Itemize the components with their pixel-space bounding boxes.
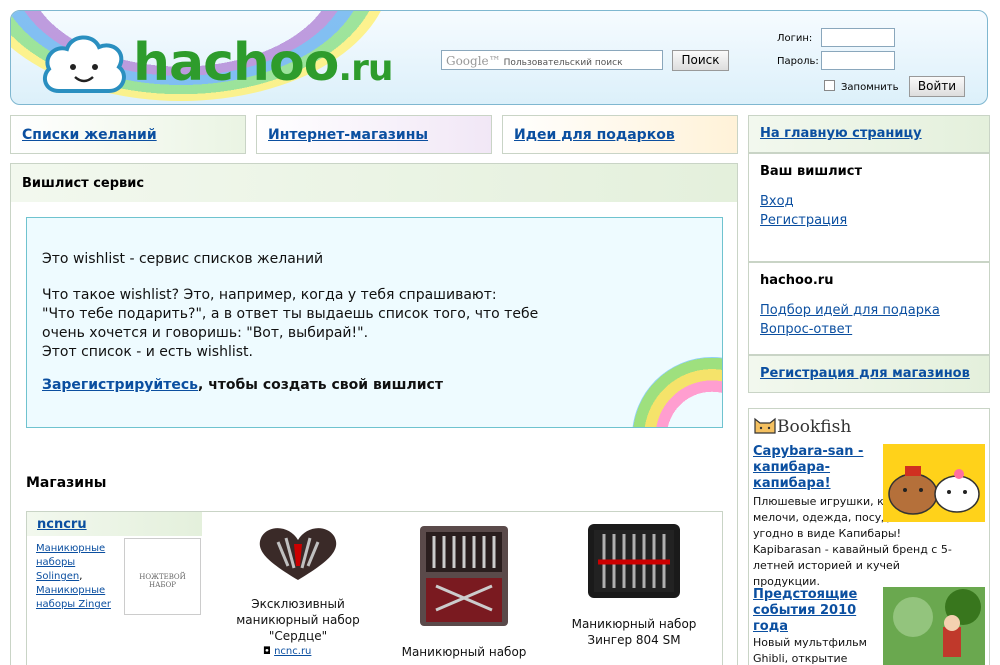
bookfish-item-title: Предстоящие события 2010 года xyxy=(753,587,883,635)
shop-register-link[interactable]: Регистрация для магазинов xyxy=(760,366,970,381)
manicure-case-image[interactable] xyxy=(414,522,514,630)
ghibli-image[interactable] xyxy=(883,587,985,665)
google-logo: Google™ xyxy=(446,54,501,68)
password-input[interactable] xyxy=(821,51,895,70)
site-logo[interactable]: hachoo.ru xyxy=(133,33,393,99)
rainbow-decoration xyxy=(632,357,722,427)
sidebar-shop-register[interactable]: Регистрация для магазинов xyxy=(748,355,990,393)
intro-line: очень хочется и говоришь: "Вот, выбирай!… xyxy=(42,325,369,341)
intro-line: Что такое wishlist? Это, например, когда… xyxy=(42,287,497,303)
cat-icon xyxy=(754,417,776,434)
tab-shops-link[interactable]: Интернет-магазины xyxy=(268,127,428,143)
wishlist-heading: Ваш вишлист xyxy=(749,154,989,190)
product-card[interactable]: Маникюрный набор Зингер 804 SM xyxy=(559,522,709,648)
shop-card: ncncru Маникюрные наборы Solingen, Маник… xyxy=(27,512,202,665)
remember-checkbox[interactable] xyxy=(824,80,835,91)
bookfish-logo-text: Bookfish xyxy=(777,417,852,437)
shop-name-link[interactable]: ncncru xyxy=(37,517,87,532)
hachoo-heading: hachoo.ru xyxy=(749,263,989,299)
product-name[interactable]: Маникюрный набор xyxy=(402,645,527,659)
faq-link[interactable]: Вопрос-ответ xyxy=(760,322,989,337)
bookfish-logo[interactable]: Bookfish xyxy=(753,415,851,437)
register-link[interactable]: Регистрация xyxy=(760,213,989,228)
product-name[interactable]: Эксклюзивный маникюрный набор "Сердце" xyxy=(236,597,360,643)
search-input[interactable]: Google™ Пользовательский поиск xyxy=(441,50,663,70)
login-link[interactable]: Вход xyxy=(760,194,989,209)
capybara-image[interactable] xyxy=(883,444,985,522)
shop-site-link[interactable]: ncnc.ru xyxy=(274,646,311,657)
password-label: Пароль: xyxy=(777,56,819,67)
events-text: Новый мультфильм Ghibli, открытие xyxy=(753,636,867,665)
separator: , xyxy=(79,571,83,582)
shop-row: ncncru Маникюрные наборы Solingen, Маник… xyxy=(26,511,723,665)
bookfish-item: Capybara-san - капибара-капибара! Плюшев… xyxy=(753,444,987,590)
login-input[interactable] xyxy=(821,28,895,47)
tab-wishlists-link[interactable]: Списки желаний xyxy=(22,127,157,143)
events-link[interactable]: Предстоящие события 2010 года xyxy=(753,587,857,634)
register-cta: Зарегистрируйтесь, чтобы создать свой ви… xyxy=(42,376,443,395)
page: { "header": { "logo_main": "hachoo", "lo… xyxy=(0,0,1000,665)
remember-label: Запомнить xyxy=(841,82,899,93)
product-name[interactable]: Маникюрный набор Зингер 804 SM xyxy=(572,617,697,647)
logo-main: hachoo xyxy=(133,33,339,93)
intro-box: Это wishlist - сервис списков желаний Чт… xyxy=(26,217,723,428)
capybara-link[interactable]: Capybara-san - капибара-капибара! xyxy=(753,444,863,491)
tab-shops[interactable]: Интернет-магазины xyxy=(256,115,492,154)
sidebar-hachoo-box: hachoo.ru Подбор идей для подарка Вопрос… xyxy=(748,262,990,355)
shops-title: Магазины xyxy=(26,475,107,491)
search-placeholder: Пользовательский поиск xyxy=(503,58,623,68)
register-cta-link[interactable]: Зарегистрируйтесь xyxy=(42,377,198,393)
bookfish-box: Bookfish Capybara-san - капибара-капибар… xyxy=(748,408,990,665)
ideas-link[interactable]: Подбор идей для подарка xyxy=(760,303,989,318)
shop-category-link[interactable]: Маникюрные наборы Zinger xyxy=(36,585,111,610)
product-card[interactable]: Маникюрный набор xyxy=(389,522,539,660)
sidebar-wishlist-box: Ваш вишлист Вход Регистрация xyxy=(748,153,990,262)
shop-logo[interactable]: НОЖТЕВОЙ НАБОР xyxy=(124,538,201,615)
home-link[interactable]: На главную страницу xyxy=(760,126,922,141)
product-card[interactable]: Эксклюзивный маникюрный набор "Сердце" xyxy=(223,522,373,644)
zinger-manicure-set-image[interactable] xyxy=(586,522,682,600)
tab-wishlists[interactable]: Списки желаний xyxy=(10,115,246,154)
bookfish-item: Предстоящие события 2010 года Новый муль… xyxy=(753,587,987,665)
logo-suffix: .ru xyxy=(338,48,393,89)
main-heading: Вишлист сервис xyxy=(11,164,737,202)
shop-site: ◘ ncnc.ru xyxy=(263,646,311,657)
bookfish-item-title: Capybara-san - капибара-капибара! xyxy=(753,444,883,492)
intro-line: Этот список - и есть wishlist. xyxy=(42,344,253,360)
intro-body: Что такое wishlist? Это, например, когда… xyxy=(42,286,542,362)
heart-manicure-set-image[interactable] xyxy=(248,522,348,582)
login-label: Логин: xyxy=(777,33,813,44)
shop-category-link[interactable]: Маникюрные наборы Solingen xyxy=(36,543,105,582)
shop-name: ncncru xyxy=(27,512,202,536)
search-button[interactable]: Поиск xyxy=(672,50,729,71)
login-button[interactable]: Войти xyxy=(909,76,965,97)
site-header: hachoo.ru Google™ Пользовательский поиск … xyxy=(10,10,988,105)
intro-title: Это wishlist - сервис списков желаний xyxy=(42,251,324,267)
register-cta-text: , чтобы создать свой вишлист xyxy=(198,377,443,393)
tab-ideas-link[interactable]: Идеи для подарков xyxy=(514,127,675,143)
main-panel: Вишлист сервис Это wishlist - сервис спи… xyxy=(10,163,738,665)
sidebar-home[interactable]: На главную страницу xyxy=(748,115,990,153)
shop-category-links: Маникюрные наборы Solingen, Маникюрные н… xyxy=(36,542,118,612)
intro-line: "Что тебе подарить?", а в ответ ты выдае… xyxy=(42,306,539,322)
tab-ideas[interactable]: Идеи для подарков xyxy=(502,115,738,154)
cloud-logo-icon[interactable] xyxy=(39,29,129,101)
site-icon: ◘ xyxy=(263,646,275,657)
